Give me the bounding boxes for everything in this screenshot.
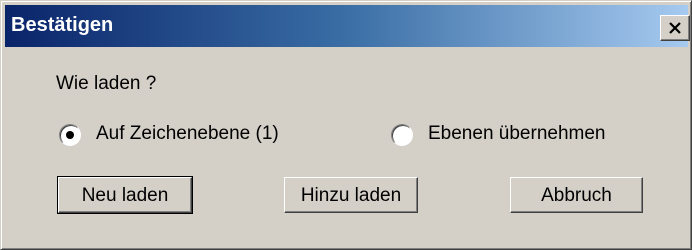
radio-ebenen-uebernehmen[interactable]: Ebenen übernehmen [391, 122, 651, 148]
radio-circle[interactable] [59, 124, 81, 146]
close-icon [669, 22, 681, 34]
radio-auf-zeichenebene[interactable]: Auf Zeichenebene (1) [59, 122, 349, 148]
radio-circle[interactable] [391, 124, 413, 146]
question-label: Wie laden ? [56, 73, 157, 94]
radio-label: Ebenen übernehmen [428, 123, 606, 144]
dialog-title: Bestätigen [11, 14, 114, 36]
radio-selected-dot [66, 131, 74, 139]
abbruch-button[interactable]: Abbruch [510, 177, 643, 213]
close-button[interactable] [660, 15, 690, 41]
neu-laden-button[interactable]: Neu laden [57, 176, 193, 214]
confirm-dialog: Bestätigen Wie laden ? Auf Zeichenebene … [0, 0, 692, 250]
title-bar[interactable]: Bestätigen [5, 5, 690, 47]
radio-label: Auf Zeichenebene (1) [96, 123, 279, 144]
hinzu-laden-button[interactable]: Hinzu laden [284, 177, 418, 213]
